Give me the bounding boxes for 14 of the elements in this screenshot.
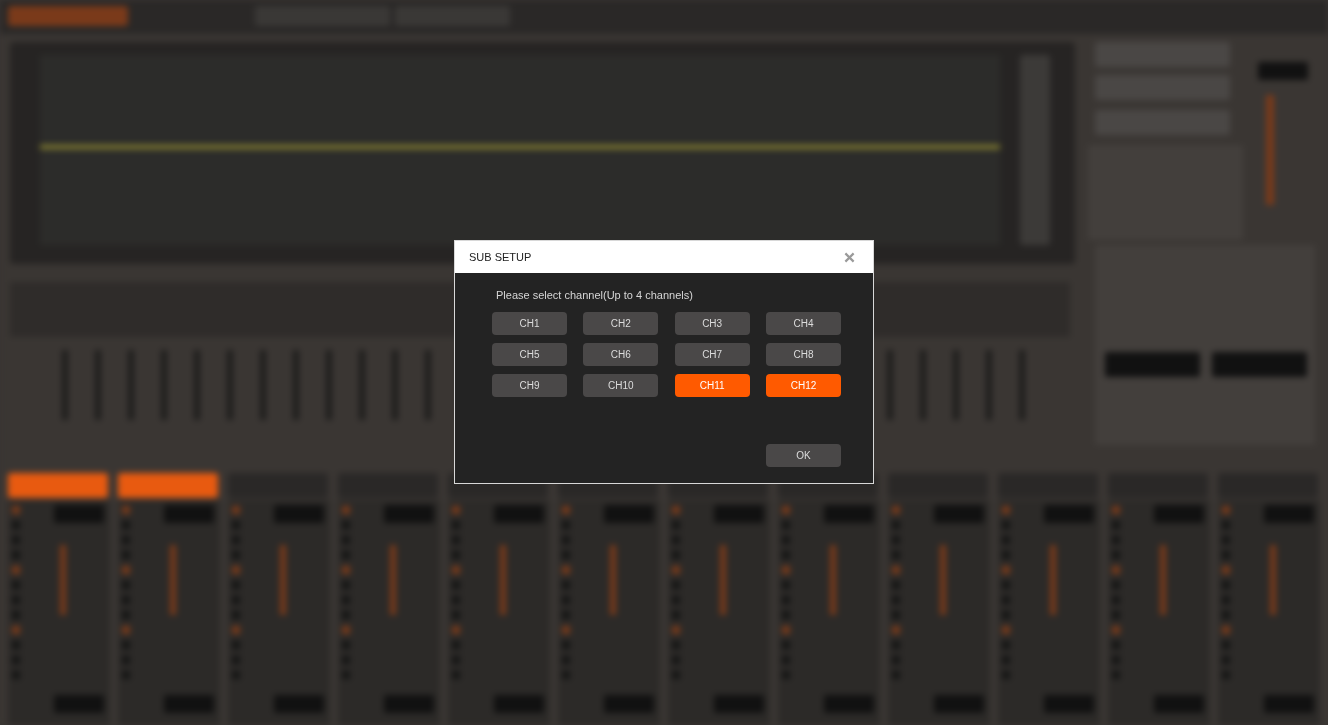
channel-button[interactable]: CH2	[583, 312, 659, 335]
channel-button[interactable]: CH10	[583, 374, 659, 397]
channel-button[interactable]: CH6	[583, 343, 659, 366]
channel-button[interactable]: CH4	[766, 312, 841, 335]
dialog-title: SUB SETUP	[469, 251, 532, 263]
channel-button[interactable]: CH9	[492, 374, 567, 397]
channel-button[interactable]: CH5	[492, 343, 567, 366]
channel-button[interactable]: CH1	[492, 312, 567, 335]
instruction-text: Please select channel(Up to 4 channels)	[496, 289, 694, 301]
channel-button[interactable]: CH7	[674, 343, 750, 366]
channel-button[interactable]: CH8	[766, 343, 841, 366]
ok-button[interactable]: OK	[766, 444, 841, 467]
channel-button[interactable]: CH3	[674, 312, 750, 335]
close-icon[interactable]	[844, 251, 855, 263]
